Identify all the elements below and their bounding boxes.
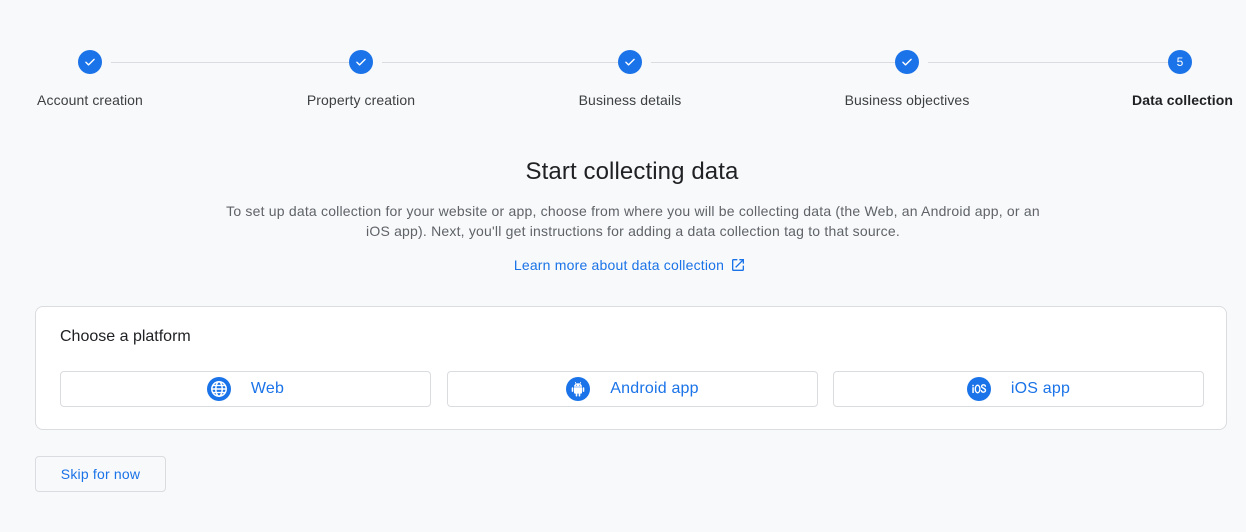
skip-for-now-button[interactable]: Skip for now bbox=[35, 456, 166, 492]
page-title: Start collecting data bbox=[525, 158, 739, 185]
learn-more-label: Learn more about data collection bbox=[513, 257, 725, 273]
page-description: To set up data collection for your websi… bbox=[226, 203, 1040, 239]
step-2-label: Property creation bbox=[306, 92, 416, 108]
ios-icon bbox=[966, 377, 991, 401]
android-icon bbox=[566, 377, 591, 401]
step-3-check-icon bbox=[618, 50, 642, 74]
ios-platform-button[interactable]: iOS app bbox=[833, 371, 1204, 407]
external-link-icon bbox=[730, 257, 746, 273]
step-1-label: Account creation bbox=[37, 92, 143, 108]
step-5-number: 5 bbox=[1168, 50, 1192, 74]
platform-card-title: Choose a platform bbox=[60, 328, 191, 345]
learn-more-link[interactable]: Learn more about data collection bbox=[0, 257, 1246, 273]
platform-card: Choose a platform Web Android app iOS ap… bbox=[35, 306, 1227, 430]
step-connector bbox=[651, 62, 895, 63]
web-platform-button[interactable]: Web bbox=[60, 371, 431, 407]
step-3-label: Business details bbox=[578, 92, 682, 108]
web-platform-label: Web bbox=[250, 380, 285, 397]
step-4-check-icon bbox=[895, 50, 919, 74]
android-platform-label: Android app bbox=[610, 380, 699, 397]
android-platform-button[interactable]: Android app bbox=[447, 371, 818, 407]
step-connector bbox=[928, 62, 1168, 63]
step-connector bbox=[111, 62, 349, 63]
globe-icon bbox=[206, 377, 231, 401]
progress-stepper: Account creation Property creation Busin… bbox=[0, 0, 1246, 120]
step-4-label: Business objectives bbox=[844, 92, 970, 108]
step-2-check-icon bbox=[349, 50, 373, 74]
step-5-label: Data collection bbox=[1132, 92, 1234, 108]
step-1-check-icon bbox=[78, 50, 102, 74]
step-connector bbox=[382, 62, 618, 63]
ios-platform-label: iOS app bbox=[1010, 380, 1071, 397]
